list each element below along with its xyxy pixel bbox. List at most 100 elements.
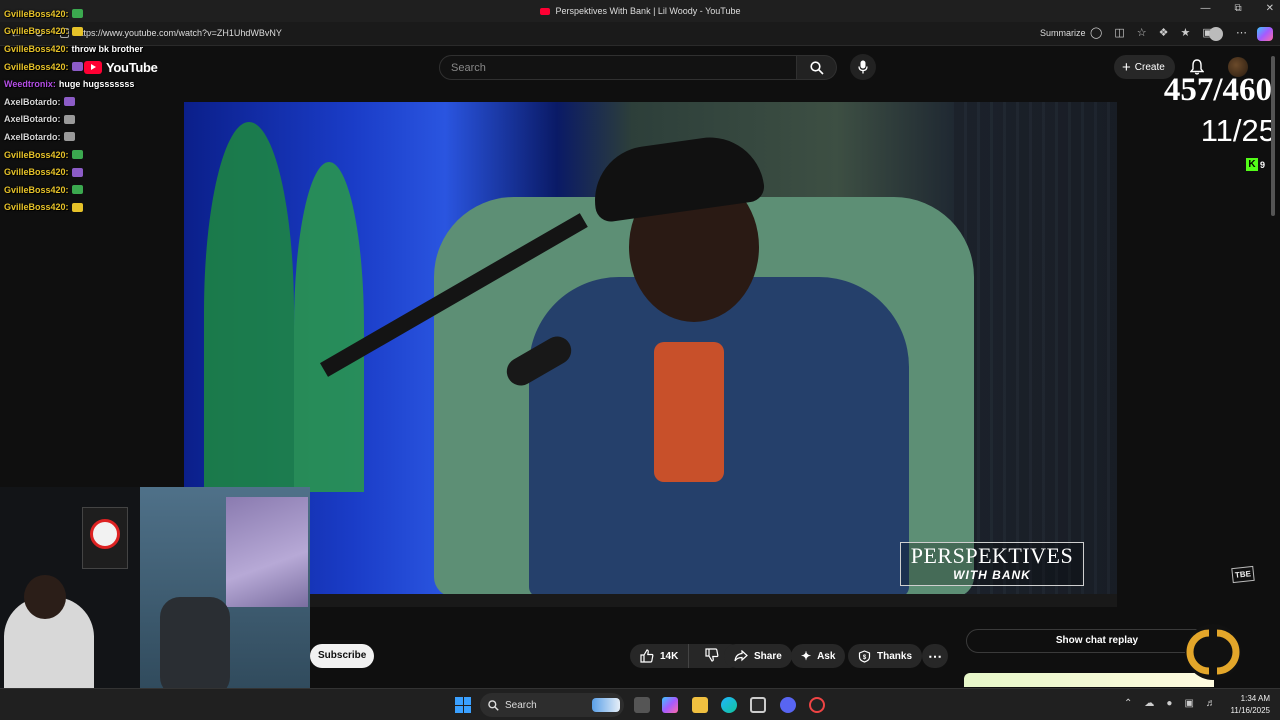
chat-message: AxelBotardo:	[4, 93, 184, 111]
brand-title: PERSPEKTIVES	[910, 543, 1074, 568]
clock-date: 11/16/2025	[1230, 706, 1270, 715]
cloud-icon[interactable]: ☁	[1144, 698, 1154, 709]
minimize-icon[interactable]: —	[1200, 3, 1210, 14]
search-icon	[810, 61, 824, 75]
search-button[interactable]	[797, 55, 837, 80]
thumbs-down-icon	[705, 647, 719, 662]
cc-logo-overlay	[1185, 624, 1241, 680]
more-actions-button[interactable]: ⋯	[922, 644, 948, 668]
chat-username: GvilleBoss420:	[4, 149, 69, 160]
copilot-app-icon[interactable]	[662, 697, 678, 713]
chat-emote-icon	[63, 114, 75, 124]
file-explorer-icon[interactable]	[692, 697, 708, 713]
search-highlight-icon	[592, 698, 620, 712]
chat-username: GvilleBoss420:	[4, 26, 69, 37]
chat-emote-icon	[71, 202, 83, 212]
chat-emote-icon	[71, 167, 83, 177]
video-player[interactable]: PERSPEKTIVES WITH BANK	[184, 102, 1117, 594]
plant-decor	[294, 162, 364, 492]
windows-start-icon[interactable]	[455, 697, 471, 713]
svg-text:$: $	[863, 655, 867, 661]
chat-message: GvilleBoss420:	[4, 163, 184, 181]
address-bar: ← ↻ https://www.youtube.com/watch?v=ZH1U…	[0, 22, 1280, 46]
page-scrollbar[interactable]	[1268, 46, 1278, 686]
chat-message: Weedtronix: huge hugsssssss	[4, 75, 184, 93]
chat-emote-icon	[63, 97, 75, 107]
kick-viewers-badge: K 9	[1246, 158, 1265, 171]
voice-search-button[interactable]	[850, 54, 876, 80]
chat-message: GvilleBoss420: throw bk brother	[4, 40, 184, 58]
chat-username: GvilleBoss420:	[4, 167, 69, 178]
chat-message: GvilleBoss420:	[4, 58, 184, 76]
more-horizontal-icon: ⋯	[928, 647, 942, 664]
ghostbusters-logo	[90, 519, 120, 549]
maximize-icon[interactable]: ⧉	[1234, 3, 1241, 14]
show-brand-overlay: PERSPEKTIVES WITH BANK	[900, 542, 1084, 586]
ask-label: Ask	[817, 650, 836, 662]
favorite-star-icon[interactable]: ☆	[1137, 26, 1147, 39]
sparkle-icon: ✦	[801, 649, 812, 663]
volume-icon[interactable]: ♬	[1206, 698, 1216, 709]
plus-icon: +	[1122, 58, 1131, 76]
obs-app-icon[interactable]	[809, 697, 825, 713]
edge-browser-icon[interactable]	[721, 697, 737, 713]
subscribe-button[interactable]: Subscribe	[310, 644, 375, 668]
share-button[interactable]: Share	[724, 644, 792, 668]
video-bottom-strip	[310, 594, 1117, 607]
youtube-header: YouTube + Create	[0, 46, 1280, 90]
search-icon	[488, 699, 499, 711]
close-icon[interactable]: ✕	[1266, 3, 1274, 14]
discord-icon[interactable]	[780, 697, 796, 713]
mic-tray-icon[interactable]: ●	[1166, 698, 1172, 709]
taskbar-search-label: Search	[505, 699, 537, 711]
tray-chevron-icon[interactable]: ⌃	[1124, 698, 1132, 709]
chat-username: GvilleBoss420:	[4, 43, 69, 54]
store-icon[interactable]	[750, 697, 766, 713]
plant-decor	[204, 122, 294, 502]
read-aloud-icon[interactable]: ◯	[1090, 26, 1102, 39]
favorites-icon[interactable]: ★	[1180, 26, 1190, 39]
chat-username: Weedtronix:	[4, 79, 56, 90]
chat-username: GvilleBoss420:	[4, 202, 69, 213]
window-controls: — ⧉ ✕	[1200, 3, 1274, 14]
network-icon[interactable]: ▣	[1184, 698, 1193, 709]
task-view-icon[interactable]	[634, 697, 650, 713]
youtube-favicon-icon	[539, 7, 550, 15]
scrollbar-thumb[interactable]	[1271, 56, 1275, 216]
thanks-button[interactable]: $ Thanks	[848, 644, 923, 668]
more-options-icon[interactable]: ⋯	[1236, 26, 1247, 39]
chat-text: throw bk brother	[71, 43, 144, 54]
tbe-logo: TBE	[1231, 565, 1255, 584]
search-box	[439, 55, 797, 80]
summarize-button[interactable]: Summarize	[1040, 28, 1086, 38]
split-screen-icon[interactable]: ◫	[1114, 26, 1124, 39]
extensions-icon[interactable]: ❖	[1159, 26, 1169, 39]
city-skyline-backdrop	[954, 102, 1117, 594]
taskbar-search[interactable]: Search	[480, 693, 624, 717]
clock-time: 1:34 AM	[1240, 694, 1270, 703]
microphone-icon	[858, 60, 868, 74]
ask-button[interactable]: ✦ Ask	[791, 644, 846, 668]
chat-username: GvilleBoss420:	[4, 184, 69, 195]
browser-title-bar: Perspektives With Bank | Lil Woody - You…	[0, 0, 1280, 22]
search-input[interactable]	[440, 56, 796, 79]
brand-subtitle: WITH BANK	[953, 568, 1031, 582]
streamer-webcam	[0, 487, 310, 720]
chat-emote-icon	[71, 150, 83, 160]
screen: Perspektives With Bank | Lil Woody - You…	[0, 0, 1280, 720]
chat-emote-icon	[71, 62, 83, 72]
chat-username: AxelBotardo:	[4, 131, 61, 142]
chat-message: GvilleBoss420:	[4, 146, 184, 164]
chat-message: GvilleBoss420:	[4, 199, 184, 217]
chat-username: AxelBotardo:	[4, 96, 61, 107]
system-clock[interactable]: 1:34 AM 11/16/2025	[1222, 693, 1270, 717]
chat-message: GvilleBoss420:	[4, 23, 184, 41]
copilot-icon[interactable]	[1257, 27, 1273, 41]
chat-username: GvilleBoss420:	[4, 8, 69, 19]
profile-avatar[interactable]	[1209, 27, 1223, 41]
kick-logo-icon: K	[1246, 158, 1258, 171]
super-thanks-icon: $	[858, 649, 871, 663]
like-count: 14K	[660, 650, 679, 662]
share-label: Share	[754, 650, 782, 662]
like-button[interactable]: 14K	[630, 644, 690, 668]
